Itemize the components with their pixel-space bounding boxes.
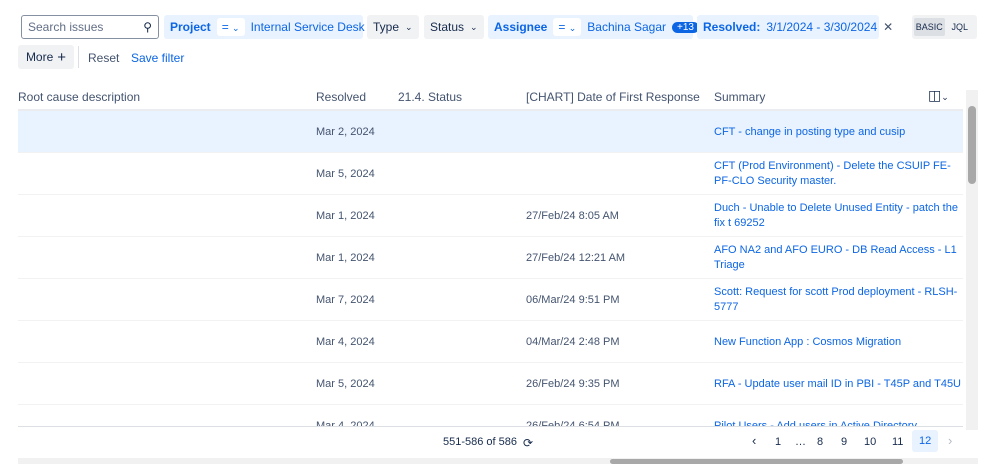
resolved-cell: Mar 7, 2024 [316,294,375,306]
project-label: Project [170,20,211,34]
summary-link[interactable]: CFT (Prod Environment) - Delete the CSUI… [714,159,964,189]
search-box[interactable]: ⚲ [21,15,159,39]
chevron-down-icon: ⌄ [470,21,478,32]
vertical-scrollbar-thumb[interactable] [968,106,976,184]
summary-link[interactable]: New Function App : Cosmos Migration [714,335,964,350]
more-filters-button[interactable]: More + [18,45,74,69]
table-row[interactable]: Mar 7, 2024 06/Mar/24 9:51 PM Scott: Req… [18,279,963,321]
resolved-filter[interactable]: Resolved: 3/1/2024 - 3/30/2024 ✕ [697,15,893,39]
project-filter[interactable]: Project = ⌄ Internal Service Desk ⌄ [164,15,378,39]
table-row[interactable]: Mar 5, 2024 CFT (Prod Environment) - Del… [18,153,963,195]
page-8[interactable]: 8 [817,436,823,448]
resolved-cell: Mar 1, 2024 [316,210,375,222]
page-10[interactable]: 10 [864,436,876,448]
summary-link[interactable]: Duch - Unable to Delete Unused Entity - … [714,201,964,231]
search-icon: ⚲ [143,20,152,34]
column-header-resolved[interactable]: Resolved [316,90,366,104]
page-ellipsis: … [795,436,806,448]
type-filter[interactable]: Type ⌄ [367,15,419,39]
table-row[interactable]: Mar 5, 2024 26/Feb/24 9:35 PM RFA - Upda… [18,363,963,405]
resolved-cell: Mar 5, 2024 [316,168,375,180]
first-response-cell: 06/Mar/24 9:51 PM [526,294,620,306]
type-label: Type [373,20,400,34]
refresh-icon[interactable]: ⟳ [523,436,533,450]
chevron-down-icon: ⌄ [568,23,577,33]
resolved-cell: Mar 5, 2024 [316,378,375,390]
table-row[interactable]: Mar 1, 2024 27/Feb/24 12:21 AM AFO NA2 a… [18,237,963,279]
resolved-value: 3/1/2024 - 3/30/2024 [766,20,878,34]
plus-icon: + [57,48,67,66]
summary-link[interactable]: AFO NA2 and AFO EURO - DB Read Access - … [714,243,964,273]
search-input[interactable] [28,20,128,34]
close-icon[interactable]: ✕ [883,20,893,34]
assignee-operator[interactable]: = ⌄ [553,18,582,36]
reset-button[interactable]: Reset [88,51,119,65]
first-response-cell: 26/Feb/24 9:35 PM [526,378,620,390]
summary-link[interactable]: Scott: Request for scott Prod deployment… [714,285,964,315]
project-value: Internal Service Desk [250,20,365,34]
table-row[interactable]: Mar 2, 2024 CFT - change in posting type… [18,111,963,153]
chevron-down-icon: ⌄ [232,23,240,33]
page-11[interactable]: 11 [892,436,903,448]
horizontal-scrollbar-thumb[interactable] [610,459,903,464]
page-1[interactable]: 1 [775,436,781,448]
page-12-current[interactable]: 12 [912,430,939,452]
status-filter[interactable]: Status ⌄ [424,15,484,39]
summary-link[interactable]: CFT - change in posting type and cusip [714,125,964,140]
page-9[interactable]: 9 [841,436,847,448]
table-row[interactable]: Mar 4, 2024 04/Mar/24 2:48 PM New Functi… [18,321,963,363]
resolved-cell: Mar 2, 2024 [316,126,375,138]
basic-mode-button[interactable]: BASIC [914,18,945,36]
resolved-label: Resolved: [703,20,761,34]
project-operator[interactable]: = ⌄ [216,18,245,36]
column-header-summary[interactable]: Summary [714,90,765,104]
assignee-label: Assignee [494,20,548,34]
next-page-icon[interactable]: › [948,433,952,448]
status-label: Status [430,20,465,34]
assignee-filter[interactable]: Assignee = ⌄ Bachina Sagar +13 ⌄ [488,15,713,39]
result-count: 551-586 of 586 [443,436,518,448]
save-filter-button[interactable]: Save filter [131,51,184,65]
table-row[interactable]: Mar 1, 2024 27/Feb/24 8:05 AM Duch - Una… [18,195,963,237]
summary-link[interactable]: RFA - Update user mail ID in PBI - T45P … [714,377,964,392]
assignee-value: Bachina Sagar [587,20,666,34]
first-response-cell: 27/Feb/24 8:05 AM [526,210,619,222]
chevron-down-icon: ⌄ [405,21,413,32]
jql-mode-button[interactable]: JQL [945,18,976,36]
column-header-status[interactable]: 21.4. Status [398,90,462,104]
column-header-first-response[interactable]: [CHART] Date of First Response [526,90,700,104]
previous-page-icon[interactable]: ‹ [752,433,756,448]
search-mode-toggle[interactable]: BASIC JQL [912,15,977,39]
first-response-cell: 04/Mar/24 2:48 PM [526,336,620,348]
column-picker-icon[interactable]: ◫⌄ [928,87,949,104]
first-response-cell: 27/Feb/24 12:21 AM [526,252,626,264]
assignee-count-badge: +13 [672,21,699,33]
column-header-root-cause[interactable]: Root cause description [18,90,140,104]
resolved-cell: Mar 1, 2024 [316,252,375,264]
resolved-cell: Mar 4, 2024 [316,336,375,348]
divider [78,46,79,68]
